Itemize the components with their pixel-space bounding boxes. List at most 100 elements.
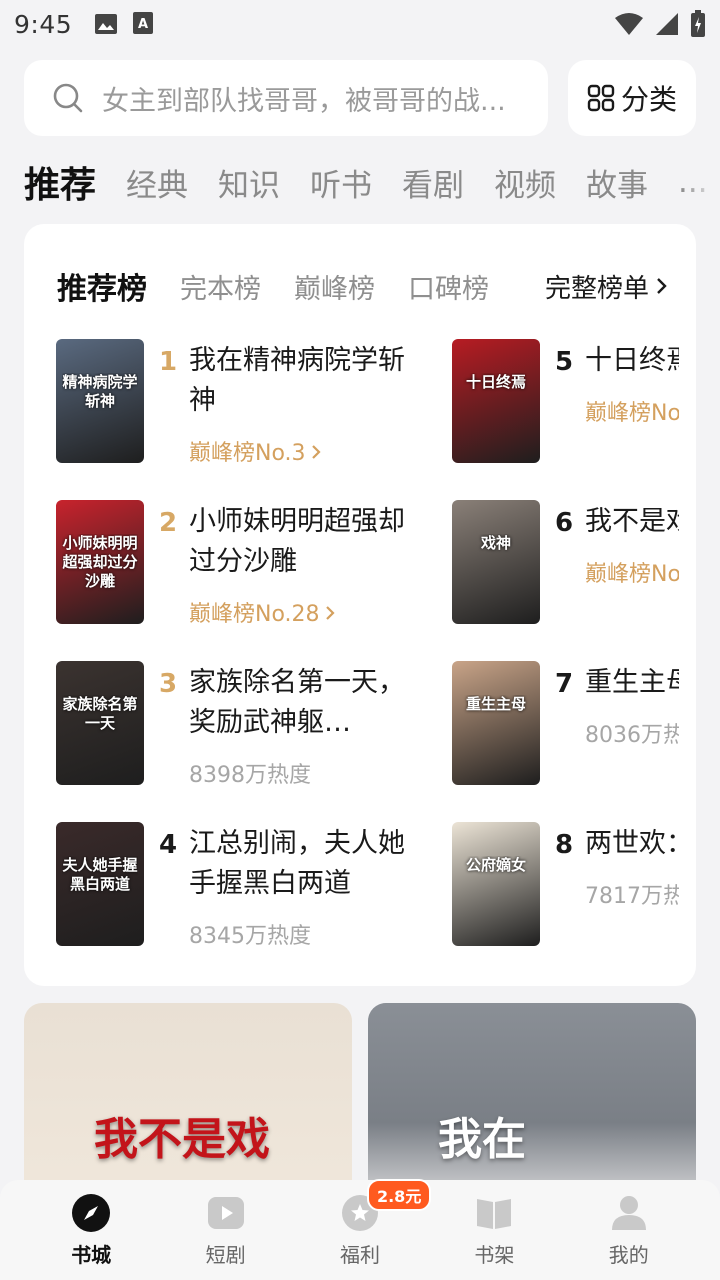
rank-number: 5 bbox=[555, 347, 574, 377]
rank-number: 4 bbox=[159, 830, 178, 860]
book-title[interactable]: 重生主母不干了，婆家 bbox=[585, 663, 679, 703]
book-meta-text: 巅峰榜No.28 bbox=[189, 602, 320, 627]
status-system-icons bbox=[614, 10, 706, 38]
book-cover[interactable]: 小师妹明明超强却过分沙雕 bbox=[56, 500, 144, 624]
book-meta-text: 8398万热度 bbox=[189, 763, 311, 788]
search-icon bbox=[53, 83, 83, 113]
book-title[interactable]: 十日终焉 bbox=[585, 341, 679, 381]
tab-classic[interactable]: 经典 bbox=[126, 160, 188, 205]
book-cover-text: 夫人她手握黑白两道 bbox=[62, 856, 138, 893]
book-cover[interactable]: 戏神 bbox=[452, 500, 540, 624]
tab-recommend-rank[interactable]: 推荐榜 bbox=[57, 264, 147, 308]
book-cover[interactable]: 家族除名第一天 bbox=[56, 661, 144, 785]
rank-number: 1 bbox=[159, 347, 178, 377]
nav-label: 书架 bbox=[474, 1242, 515, 1267]
book-meta-text: 7817万热 bbox=[585, 884, 679, 909]
ranking-book-item[interactable]: 戏神 6 我不是戏神巅峰榜No bbox=[452, 500, 680, 624]
book-cover-text: 家族除名第一天 bbox=[62, 695, 138, 732]
book-cover[interactable]: 十日终焉 bbox=[452, 339, 540, 463]
heat-count: 8398万热度 bbox=[189, 757, 311, 789]
rank-tag[interactable]: 巅峰榜No.3 bbox=[189, 435, 322, 467]
promo-banner-right[interactable]: 我在 bbox=[368, 1003, 696, 1203]
book-title[interactable]: 家族除名第一天，奖励武神躯… bbox=[189, 663, 414, 743]
full-ranking-link[interactable]: 完整榜单 bbox=[545, 268, 667, 305]
reward-badge: 2.8元 bbox=[366, 1178, 432, 1211]
ranking-book-item[interactable]: 夫人她手握黑白两道 4 江总别闹，夫人她手握黑白两道 8345万热度 bbox=[56, 822, 416, 949]
rank-number: 6 bbox=[555, 508, 574, 538]
rank-tag[interactable]: 巅峰榜No.28 bbox=[189, 596, 336, 628]
tab-story[interactable]: 故事 bbox=[586, 160, 648, 205]
app-notification-icon: A bbox=[133, 12, 154, 34]
book-cover[interactable]: 精神病院学斩神 bbox=[56, 339, 144, 463]
full-ranking-label: 完整榜单 bbox=[544, 273, 649, 304]
ranking-book-item[interactable]: 小师妹明明超强却过分沙雕 2 小师妹明明超强却过分沙雕巅峰榜No.28 bbox=[56, 500, 416, 627]
status-notifications: A bbox=[94, 11, 154, 37]
ranking-book-item[interactable]: 重生主母 7 重生主母不干了，婆家 8036万热 bbox=[452, 661, 680, 785]
tab-reputation-rank[interactable]: 口碑榜 bbox=[408, 267, 489, 306]
rank-number: 7 bbox=[555, 669, 574, 699]
book-meta-text: 巅峰榜No.3 bbox=[189, 441, 306, 466]
tab-recommend[interactable]: 推荐 bbox=[24, 156, 96, 208]
nav-label: 短剧 bbox=[205, 1242, 246, 1267]
book-title[interactable]: 两世欢：嫡女她是真 bbox=[585, 824, 679, 864]
status-bar: 9:45 A bbox=[0, 0, 720, 48]
image-notification-icon bbox=[95, 14, 118, 34]
category-button[interactable]: 分类 bbox=[568, 60, 696, 136]
nav-item-bookshelf[interactable]: 书架 bbox=[439, 1193, 549, 1268]
signal-icon bbox=[656, 13, 678, 35]
book-cover[interactable]: 夫人她手握黑白两道 bbox=[56, 822, 144, 946]
user-icon bbox=[611, 1195, 646, 1230]
chevron-right-icon bbox=[657, 278, 667, 294]
nav-item-profile[interactable]: 我的 bbox=[574, 1193, 684, 1268]
tab-complete-rank[interactable]: 完本榜 bbox=[180, 267, 261, 306]
ranking-tabs: 推荐榜 完本榜 巅峰榜 口碑榜 完整榜单 bbox=[57, 262, 667, 310]
heat-count: 8345万热度 bbox=[189, 918, 311, 950]
book-cover-text: 十日终焉 bbox=[465, 373, 526, 391]
rank-number: 8 bbox=[555, 830, 574, 860]
ranking-book-item[interactable]: 家族除名第一天 3 家族除名第一天，奖励武神躯… 8398万热度 bbox=[56, 661, 416, 788]
nav-item-bookstore[interactable]: 书城 bbox=[36, 1193, 146, 1268]
wifi-icon bbox=[615, 13, 643, 35]
promo-banner-left[interactable]: 我不是戏 bbox=[24, 1003, 352, 1203]
ranking-book-item[interactable]: 公府嫡女 8 两世欢：嫡女她是真 7817万热 bbox=[452, 822, 680, 946]
search-bar[interactable]: 女主到部队找哥哥，被哥哥的战... bbox=[24, 60, 548, 136]
tab-audiobook[interactable]: 听书 bbox=[310, 160, 372, 205]
book-icon bbox=[477, 1198, 512, 1229]
tab-peak-rank[interactable]: 巅峰榜 bbox=[294, 267, 375, 306]
battery-icon bbox=[691, 10, 705, 37]
nav-item-short-drama[interactable]: 短剧 bbox=[171, 1193, 281, 1268]
category-label: 分类 bbox=[620, 83, 677, 116]
promo-title: 我不是戏 bbox=[94, 1114, 270, 1165]
tab-video[interactable]: 视频 bbox=[494, 160, 556, 205]
book-cover[interactable]: 公府嫡女 bbox=[452, 822, 540, 946]
book-cover-text: 公府嫡女 bbox=[465, 856, 526, 874]
book-cover-text: 小师妹明明超强却过分沙雕 bbox=[62, 534, 138, 590]
grid-icon bbox=[587, 84, 615, 112]
rank-number: 3 bbox=[159, 669, 178, 699]
promo-title: 我在 bbox=[438, 1114, 526, 1165]
ranking-book-item[interactable]: 精神病院学斩神 1 我在精神病院学斩神巅峰榜No.3 bbox=[56, 339, 416, 466]
rank-number: 2 bbox=[159, 508, 178, 538]
tab-knowledge[interactable]: 知识 bbox=[218, 160, 280, 205]
book-meta-text: 8036万热 bbox=[585, 723, 679, 748]
play-icon bbox=[207, 1196, 244, 1229]
rank-tag[interactable]: 巅峰榜No bbox=[585, 395, 679, 427]
compass-icon bbox=[72, 1193, 111, 1232]
book-cover[interactable]: 重生主母 bbox=[452, 661, 540, 785]
book-title[interactable]: 江总别闹，夫人她手握黑白两道 bbox=[189, 824, 414, 904]
status-time: 9:45 bbox=[14, 9, 73, 39]
book-meta-text: 8345万热度 bbox=[189, 924, 311, 949]
rank-tag[interactable]: 巅峰榜No bbox=[585, 556, 679, 588]
ranking-book-item[interactable]: 十日终焉 5 十日终焉巅峰榜No bbox=[452, 339, 680, 463]
tab-drama[interactable]: 看剧 bbox=[402, 160, 464, 205]
search-placeholder[interactable]: 女主到部队找哥哥，被哥哥的战... bbox=[102, 79, 522, 118]
nav-item-welfare[interactable]: 福利 2.8元 bbox=[305, 1178, 432, 1268]
nav-label: 书城 bbox=[71, 1242, 112, 1267]
book-title[interactable]: 我不是戏神 bbox=[585, 502, 679, 542]
tab-fade bbox=[680, 152, 720, 212]
book-title[interactable]: 小师妹明明超强却过分沙雕 bbox=[189, 502, 414, 582]
book-meta-text: 巅峰榜No bbox=[585, 562, 679, 587]
channel-tabs: 推荐 经典 知识 听书 看剧 视频 故事 ... bbox=[24, 152, 720, 212]
bottom-navigation: 书城 短剧 福利 2.8元书架 我的 bbox=[0, 1178, 720, 1280]
book-title[interactable]: 我在精神病院学斩神 bbox=[189, 341, 414, 421]
